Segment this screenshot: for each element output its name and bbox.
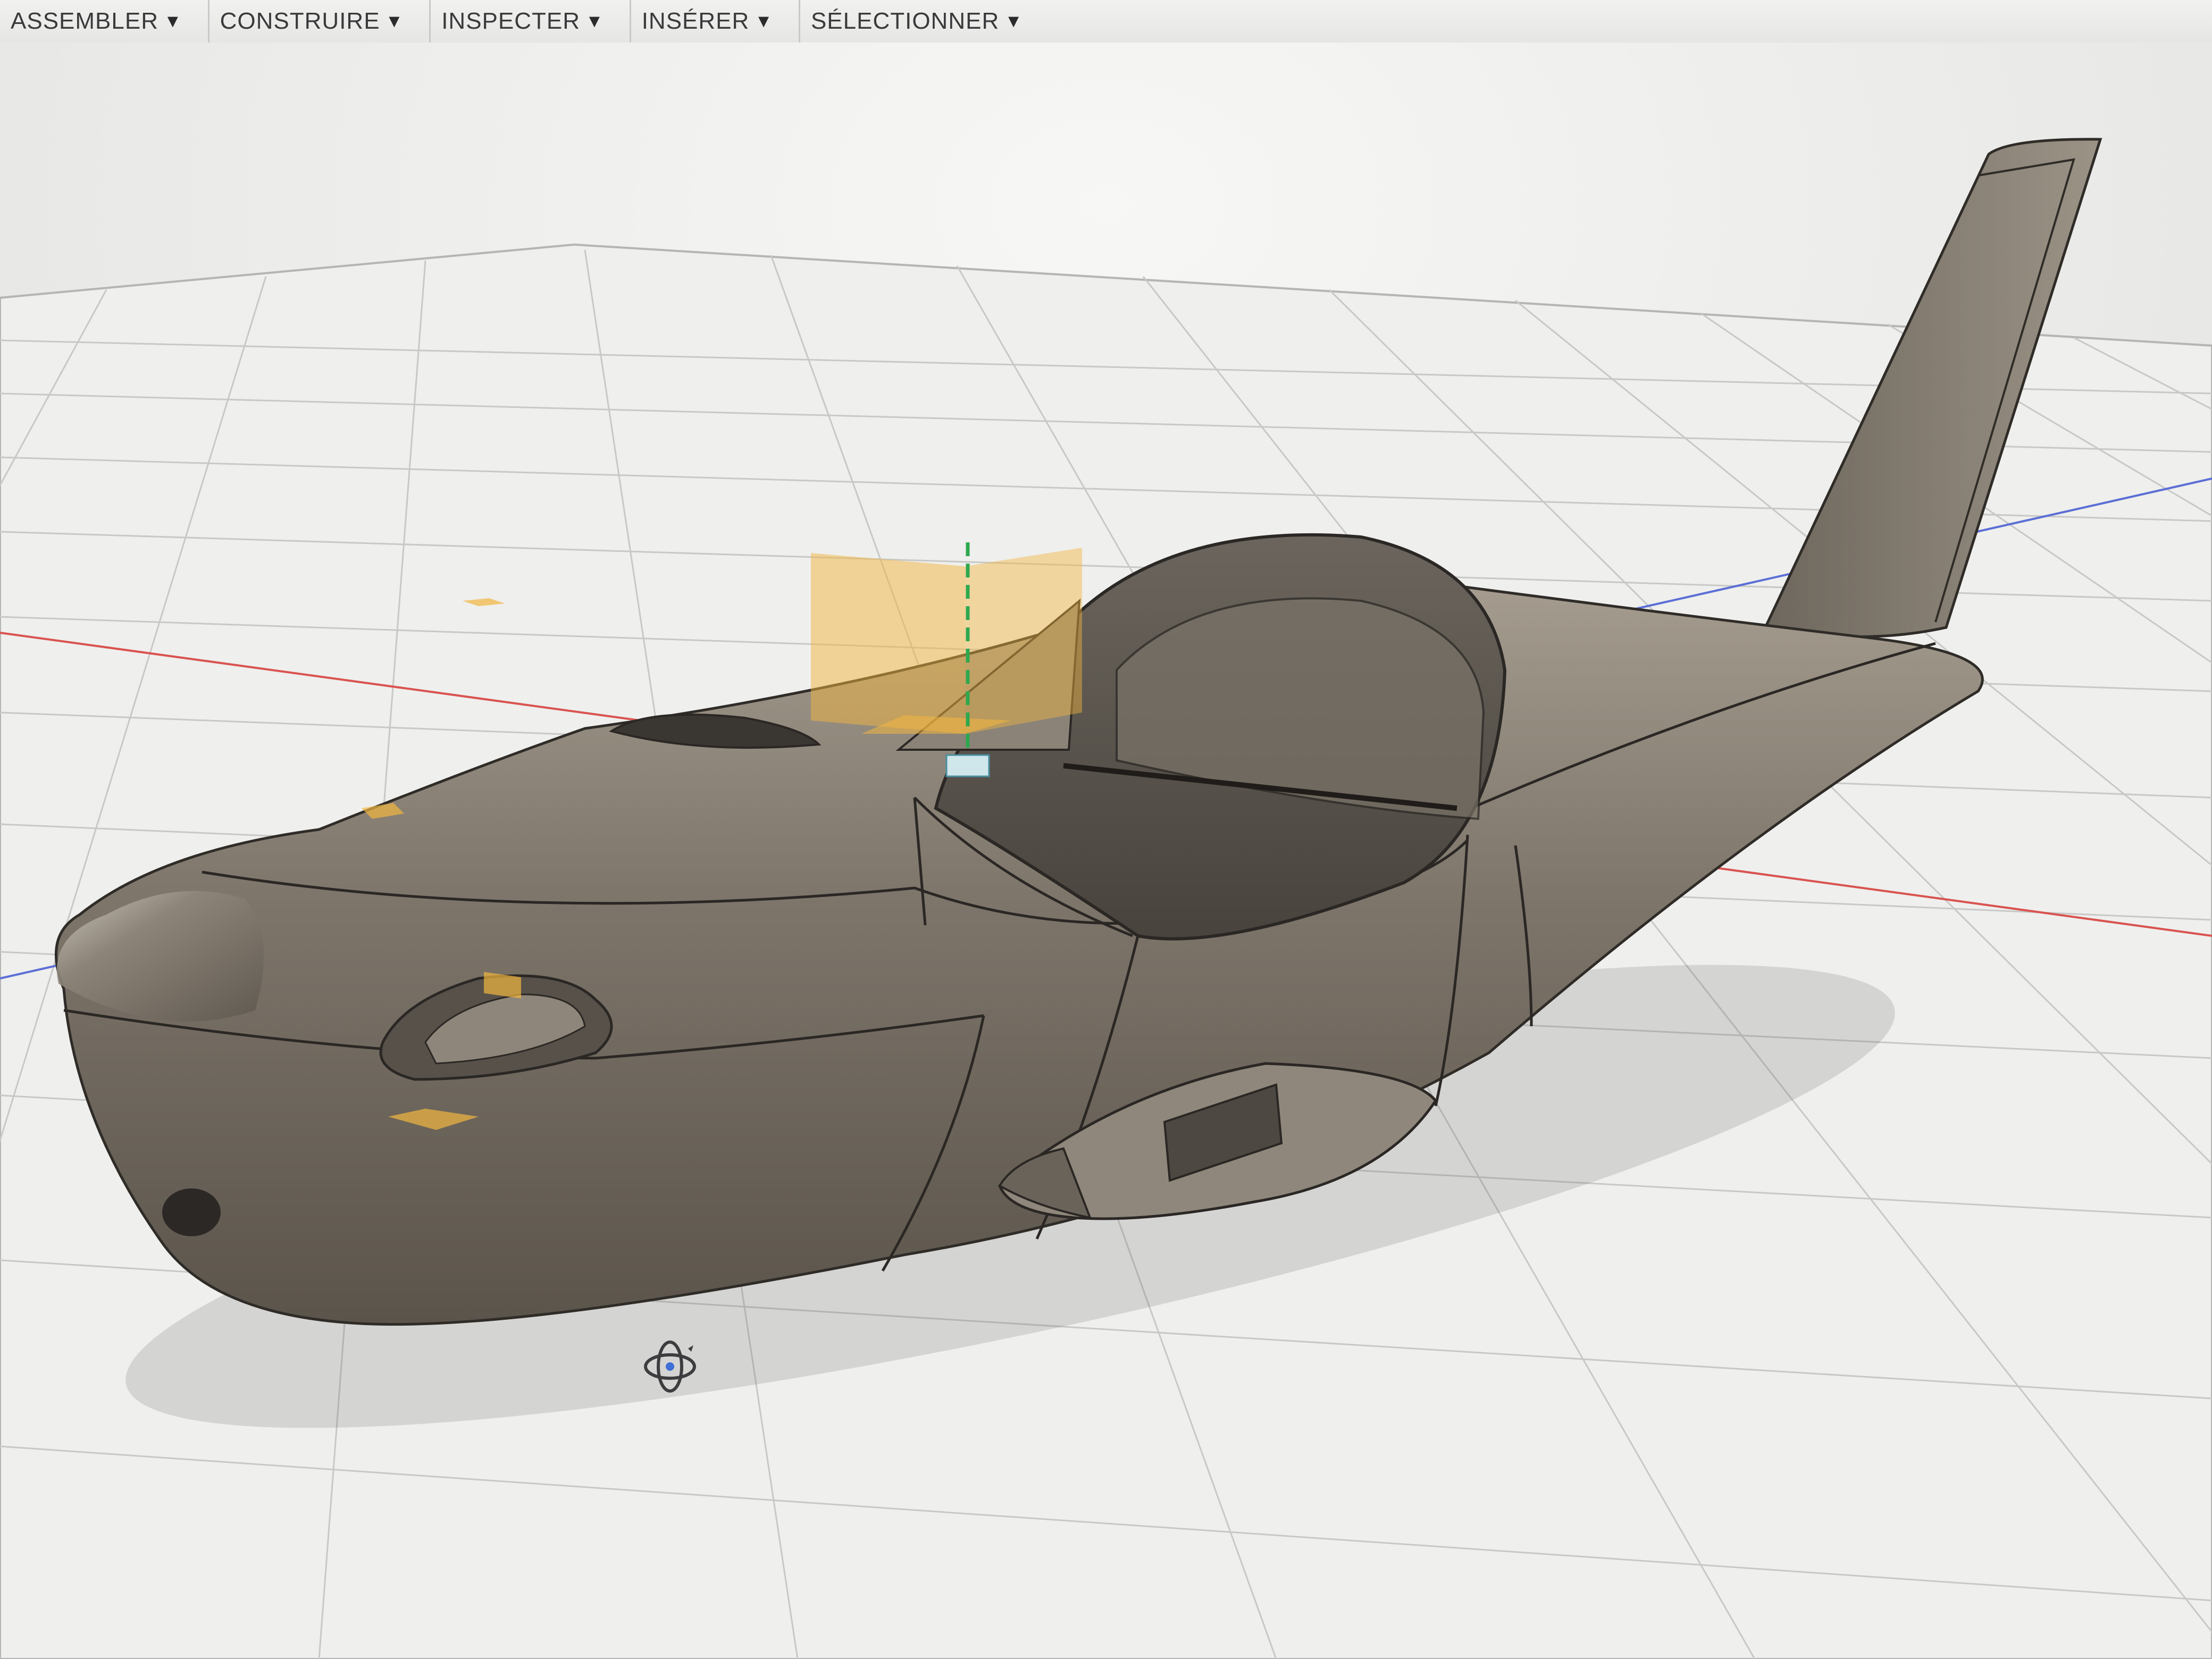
- axis-triad-icon[interactable]: [945, 754, 990, 777]
- origin-plane-icon[interactable]: [811, 548, 1082, 734]
- menu-assembler[interactable]: ASSEMBLER ▼: [0, 0, 210, 43]
- dropdown-arrow-icon: ▼: [1004, 11, 1023, 31]
- menu-selectionner[interactable]: SÉLECTIONNER ▼: [800, 0, 1049, 43]
- 3d-viewport[interactable]: [0, 43, 2212, 1659]
- menu-inserer-label: INSÉRER: [641, 8, 750, 34]
- dropdown-arrow-icon: ▼: [385, 11, 404, 31]
- dropdown-arrow-icon: ▼: [585, 11, 604, 31]
- menu-construire[interactable]: CONSTRUIRE ▼: [210, 0, 431, 43]
- viewport-canvas[interactable]: [0, 43, 2212, 1659]
- menu-assembler-label: ASSEMBLER: [11, 8, 158, 34]
- menu-inspecter-label: INSPECTER: [441, 8, 581, 34]
- orbit-icon[interactable]: [638, 1335, 702, 1398]
- dropdown-arrow-icon: ▼: [163, 11, 182, 31]
- dropdown-arrow-icon: ▼: [755, 11, 773, 31]
- menu-inserer[interactable]: INSÉRER ▼: [631, 0, 800, 43]
- toolbar: ASSEMBLER ▼ CONSTRUIRE ▼ INSPECTER ▼ INS…: [0, 0, 2212, 44]
- menu-inspecter[interactable]: INSPECTER ▼: [431, 0, 631, 43]
- menu-construire-label: CONSTRUIRE: [220, 8, 380, 34]
- nose-vent: [162, 1188, 221, 1236]
- menu-selectionner-label: SÉLECTIONNER: [810, 8, 1000, 34]
